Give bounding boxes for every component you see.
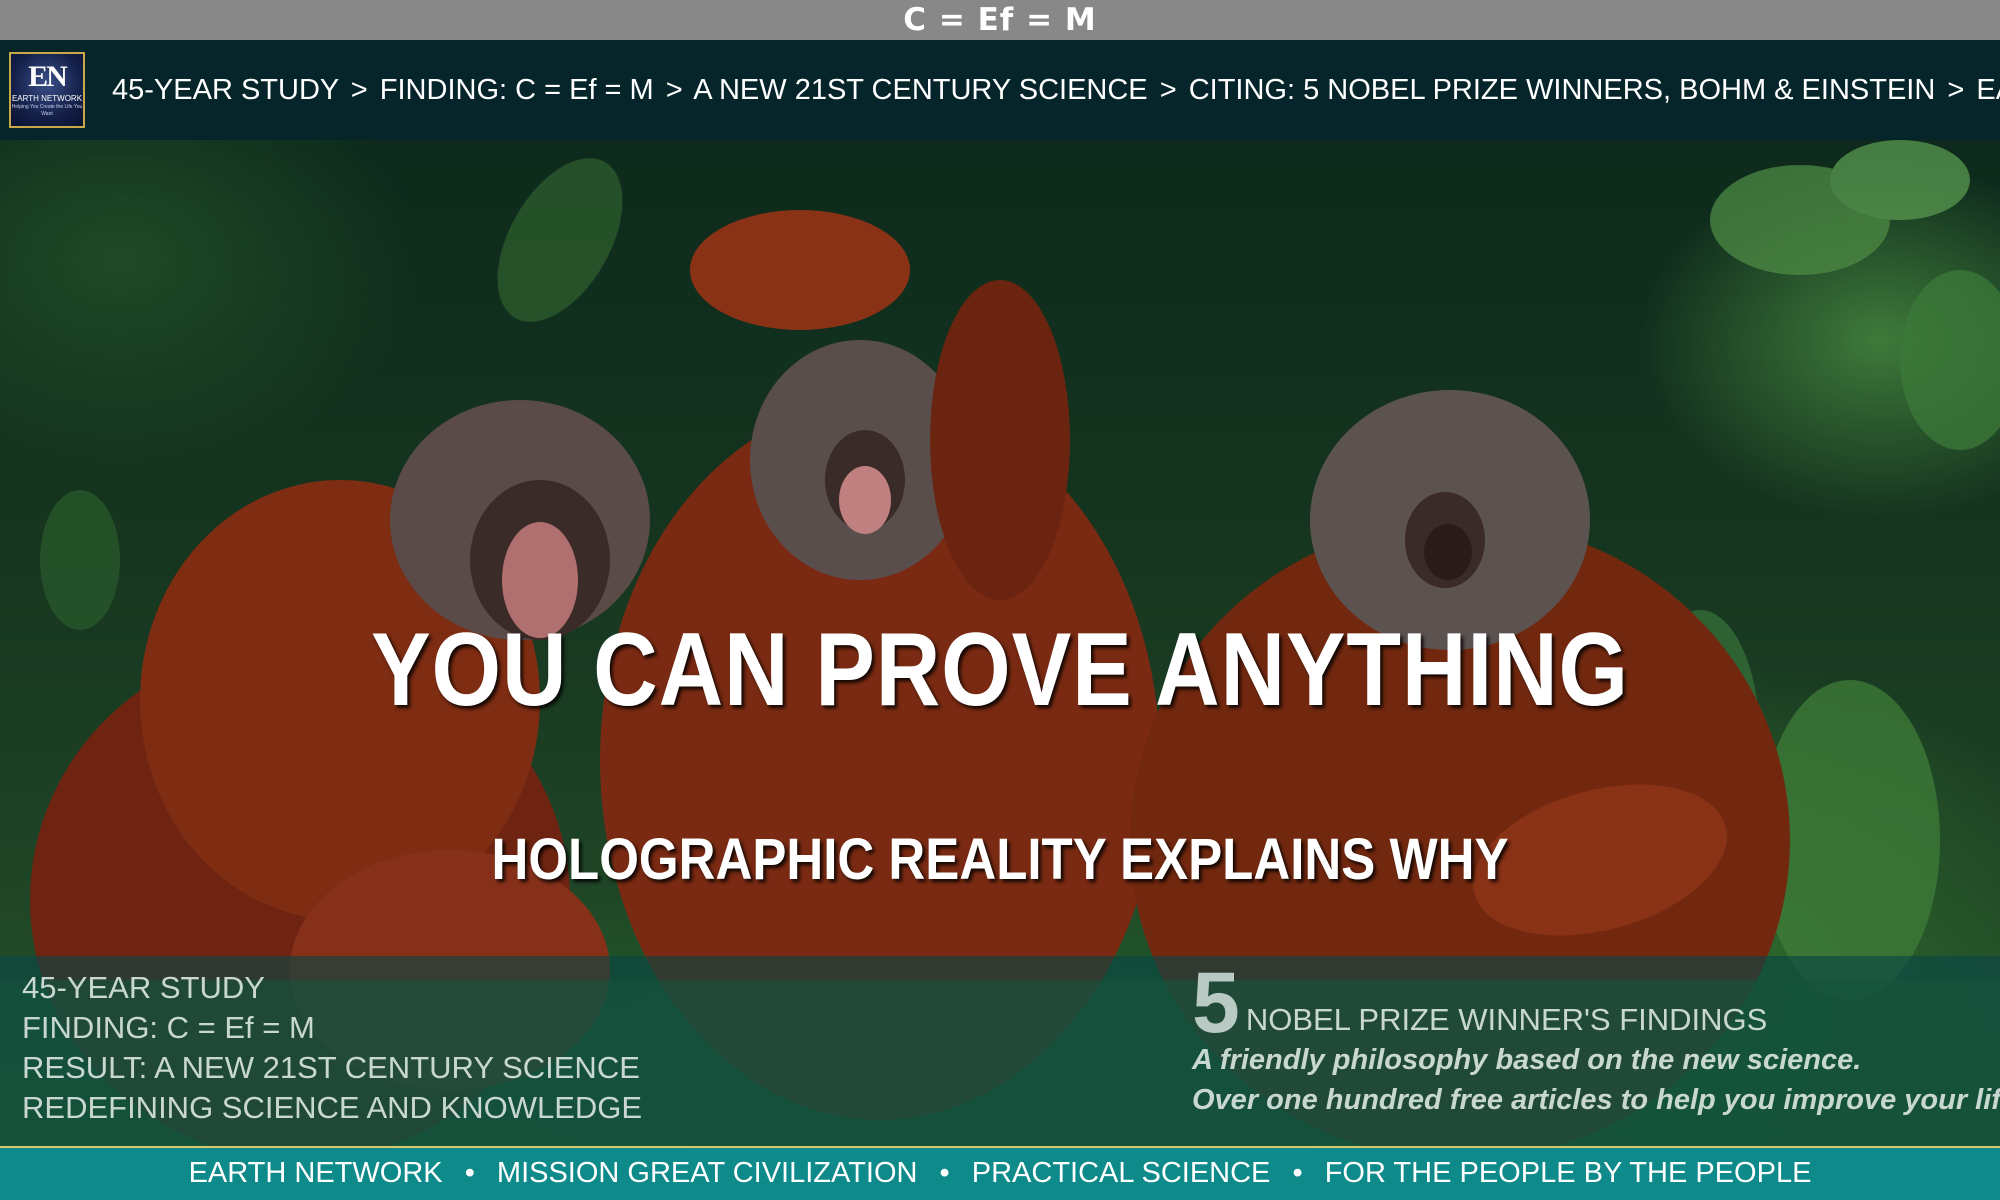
articles-tagline: Over one hundred free articles to help y… bbox=[1192, 1084, 2000, 1116]
logo-tagline: Helping You Create the Life You Want bbox=[11, 104, 83, 117]
nobel-row: 5 NOBEL PRIZE WINNER'S FINDINGS bbox=[1192, 960, 2000, 1046]
earth-network-logo[interactable]: EN EARTH NETWORK Helping You Create the … bbox=[9, 52, 85, 128]
breadcrumb-header: EN EARTH NETWORK Helping You Create the … bbox=[0, 40, 2000, 140]
logo-name: EARTH NETWORK bbox=[11, 94, 83, 103]
footer-separator: • bbox=[464, 1157, 475, 1189]
footer-separator: • bbox=[1292, 1157, 1303, 1189]
finding-line: FINDING: C = Ef = M bbox=[22, 1010, 315, 1045]
breadcrumb-separator: > bbox=[1947, 74, 1965, 106]
breadcrumb-separator: > bbox=[665, 74, 683, 106]
breadcrumb-separator: > bbox=[1159, 74, 1177, 106]
philosophy-tagline: A friendly philosophy based on the new s… bbox=[1192, 1044, 1862, 1076]
page: C = Ef = M EN EARTH NETWORK Helping You … bbox=[0, 0, 2000, 1200]
page-title: C = Ef = M bbox=[0, 0, 2000, 40]
footer-bar: EARTH NETWORK • MISSION GREAT CIVILIZATI… bbox=[0, 1146, 2000, 1200]
footer-item-earth-network[interactable]: EARTH NETWORK bbox=[189, 1157, 443, 1189]
redefining-line: REDEFINING SCIENCE AND KNOWLEDGE bbox=[22, 1090, 643, 1125]
nobel-count: 5 bbox=[1192, 955, 1240, 1051]
breadcrumb: 45-YEAR STUDY > FINDING: C = Ef = M > A … bbox=[112, 40, 2000, 140]
footer-item-practical-science[interactable]: PRACTICAL SCIENCE bbox=[972, 1157, 1271, 1189]
hero-subheading: HOLOGRAPHIC REALITY EXPLAINS WHY bbox=[491, 827, 1509, 892]
info-strip: 45-YEAR STUDY FINDING: C = Ef = M RESULT… bbox=[0, 956, 2000, 1146]
logo-mark: EN bbox=[28, 60, 68, 93]
breadcrumb-item-citing[interactable]: CITING: 5 NOBEL PRIZE WINNERS, BOHM & EI… bbox=[1189, 74, 1936, 106]
breadcrumb-separator: > bbox=[350, 74, 368, 106]
breadcrumb-item-study[interactable]: 45-YEAR STUDY bbox=[112, 74, 339, 106]
nobel-label: NOBEL PRIZE WINNER'S FINDINGS bbox=[1245, 1002, 1768, 1037]
footer-item-mission[interactable]: MISSION GREAT CIVILIZATION bbox=[497, 1157, 918, 1189]
result-line: RESULT: A NEW 21ST CENTURY SCIENCE bbox=[22, 1050, 640, 1085]
breadcrumb-item-eastwood[interactable]: EASTWOOD bbox=[1976, 74, 2000, 106]
footer-item-for-the-people[interactable]: FOR THE PEOPLE BY THE PEOPLE bbox=[1325, 1157, 1812, 1189]
hero-heading: YOU CAN PROVE ANYTHING bbox=[371, 612, 1629, 728]
study-line: 45-YEAR STUDY bbox=[22, 970, 265, 1005]
breadcrumb-item-science[interactable]: A NEW 21ST CENTURY SCIENCE bbox=[693, 74, 1147, 106]
footer-separator: • bbox=[939, 1157, 950, 1189]
study-summary: 45-YEAR STUDY FINDING: C = Ef = M RESULT… bbox=[22, 968, 642, 1128]
breadcrumb-item-finding[interactable]: FINDING: C = Ef = M bbox=[380, 74, 654, 106]
nobel-summary: 5 NOBEL PRIZE WINNER'S FINDINGS A friendl… bbox=[1192, 960, 2000, 1120]
